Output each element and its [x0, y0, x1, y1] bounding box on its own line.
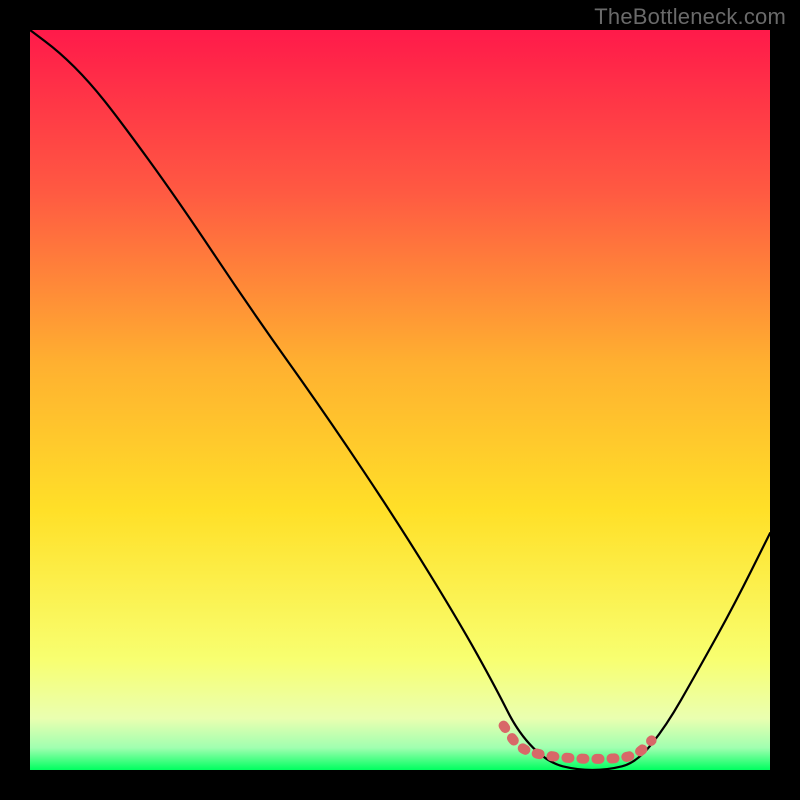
chart-svg	[30, 30, 770, 770]
watermark-text: TheBottleneck.com	[594, 4, 786, 30]
gradient-background	[30, 30, 770, 770]
chart-plot-area	[30, 30, 770, 770]
